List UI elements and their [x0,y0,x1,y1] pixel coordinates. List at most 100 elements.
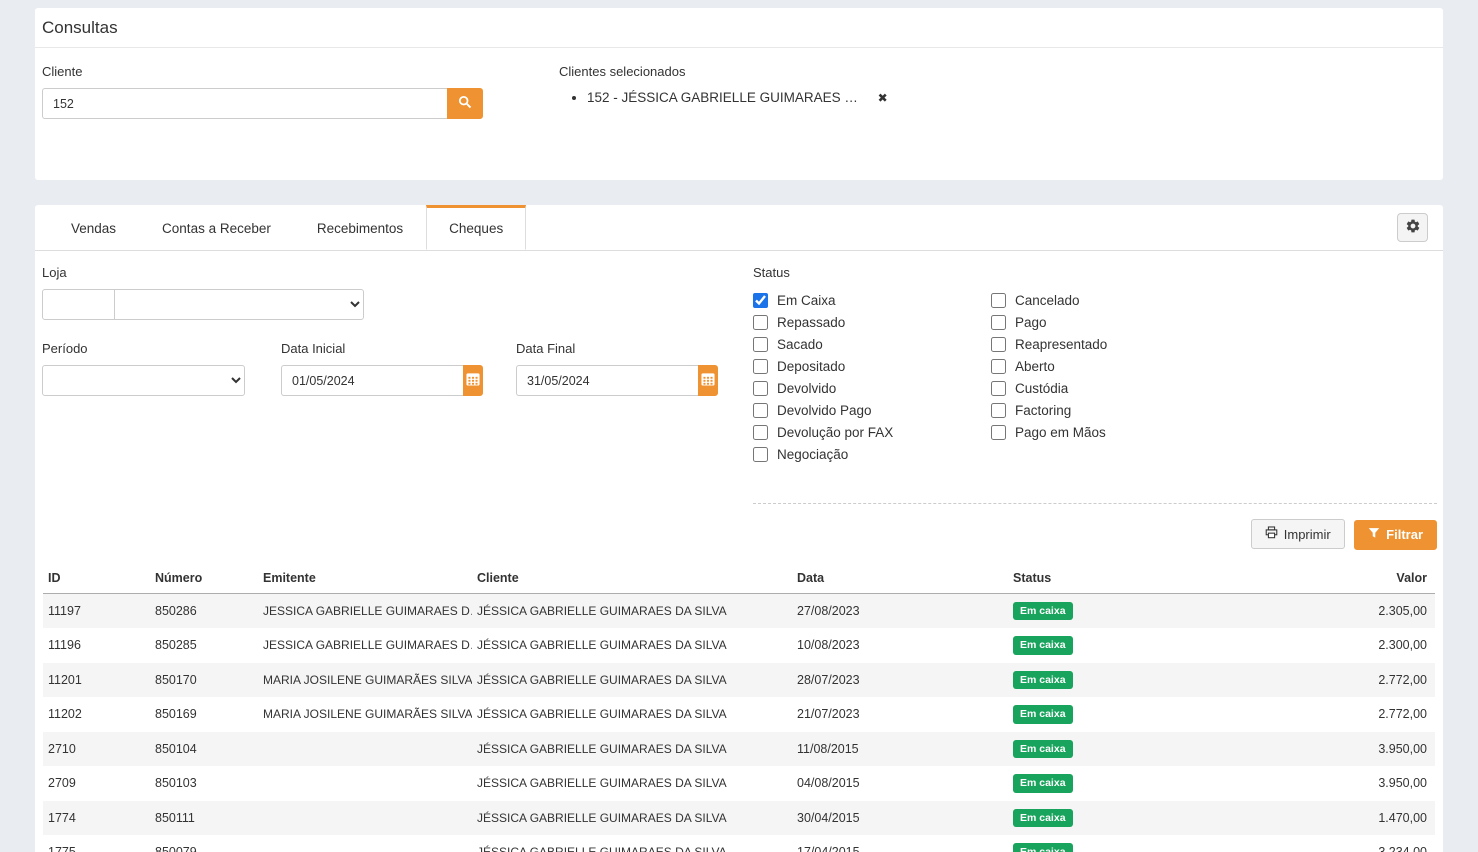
calendar-icon [701,372,715,389]
status-badge: Em caixa [1013,602,1073,621]
remove-client-icon[interactable]: ✖ [878,91,888,105]
column-header-status: Status [1008,563,1223,594]
table-row[interactable]: 1775 850079 JÉSSICA GABRIELLE GUIMARAES … [43,835,1435,852]
table-row[interactable]: 2709 850103 JÉSSICA GABRIELLE GUIMARAES … [43,766,1435,801]
consultas-card: Consultas Cliente Clientes selecionados … [35,8,1443,180]
data-inicial-calendar-button[interactable] [463,365,483,396]
checkbox[interactable] [753,403,768,418]
clientes-selecionados-label: Clientes selecionados [559,64,888,79]
filter-funnel-icon [1368,527,1380,542]
status-badge: Em caixa [1013,843,1073,852]
checkbox[interactable] [991,315,1006,330]
periodo-field-group: Período [42,341,281,396]
tab-recebimentos[interactable]: Recebimentos [294,205,426,250]
tab-bar: Vendas Contas a Receber Recebimentos Che… [35,205,1443,251]
checkbox[interactable] [991,359,1006,374]
tab-cheques[interactable]: Cheques [426,205,526,250]
consultas-body: Cliente Clientes selecionados 152 - JÉSS… [35,48,1443,129]
status-badge: Em caixa [1013,740,1073,759]
column-header-id: ID [43,563,150,594]
status-checkbox-repassado[interactable]: Repassado [753,311,991,333]
status-badge: Em caixa [1013,705,1073,724]
data-inicial-input[interactable] [281,365,463,396]
column-header-cliente: Cliente [472,563,792,594]
data-final-label: Data Final [516,341,718,356]
data-final-input[interactable] [516,365,698,396]
loja-code-input[interactable] [42,289,115,320]
filter-right-column: Status Em Caixa Repassado Sacado Deposit… [737,265,1437,550]
periodo-select[interactable] [42,365,245,396]
loja-select[interactable] [114,289,364,320]
status-checkbox-cancelado[interactable]: Cancelado [991,289,1229,311]
tab-vendas[interactable]: Vendas [48,205,139,250]
checkbox[interactable] [753,293,768,308]
status-checkbox-pago[interactable]: Pago [991,311,1229,333]
table-row[interactable]: 11202 850169 MARIA JOSILENE GUIMARÃES SI… [43,697,1435,732]
checkbox[interactable] [991,403,1006,418]
cliente-search-input[interactable] [42,88,447,119]
table-row[interactable]: 11196 850285 JESSICA GABRIELLE GUIMARAES… [43,628,1435,663]
status-checkbox-pago-em-maos[interactable]: Pago em Mãos [991,421,1229,443]
results-table: ID Número Emitente Cliente Data Status V… [43,563,1435,852]
selected-client-text: 152 - JÉSSICA GABRIELLE GUIMARAES … [587,90,858,105]
checkbox[interactable] [991,293,1006,308]
status-checkbox-depositado[interactable]: Depositado [753,355,991,377]
page-title: Consultas [35,8,1443,48]
settings-button[interactable] [1397,213,1428,242]
status-label: Status [753,265,1437,280]
cliente-label: Cliente [42,64,517,79]
checkbox[interactable] [753,315,768,330]
status-checkbox-reapresentado[interactable]: Reapresentado [991,333,1229,355]
status-checkbox-em-caixa[interactable]: Em Caixa [753,289,991,311]
status-checkbox-negociacao[interactable]: Negociação [753,443,991,465]
loja-label: Loja [42,265,737,280]
results-table-wrap: ID Número Emitente Cliente Data Status V… [43,563,1435,852]
checkbox[interactable] [991,337,1006,352]
table-header-row: ID Número Emitente Cliente Data Status V… [43,563,1435,594]
filter-left-column: Loja Período Data Inicial [35,265,737,550]
status-column-2: Cancelado Pago Reapresentado Aberto Cust… [991,289,1229,465]
table-row[interactable]: 1774 850111 JÉSSICA GABRIELLE GUIMARAES … [43,801,1435,836]
checkbox[interactable] [991,381,1006,396]
actions-row: Imprimir Filtrar [753,503,1437,550]
status-badge: Em caixa [1013,671,1073,690]
status-checkbox-devolvido[interactable]: Devolvido [753,377,991,399]
status-checkbox-sacado[interactable]: Sacado [753,333,991,355]
column-header-emitente: Emitente [258,563,472,594]
filter-area: Loja Período Data Inicial [35,251,1443,550]
tabs-panel-card: Vendas Contas a Receber Recebimentos Che… [35,205,1443,852]
table-row[interactable]: 2710 850104 JÉSSICA GABRIELLE GUIMARAES … [43,732,1435,767]
status-badge: Em caixa [1013,774,1073,793]
checkbox[interactable] [991,425,1006,440]
imprimir-button[interactable]: Imprimir [1251,519,1345,549]
table-row[interactable]: 11197 850286 JESSICA GABRIELLE GUIMARAES… [43,593,1435,628]
clientes-selecionados-group: Clientes selecionados 152 - JÉSSICA GABR… [559,64,888,119]
checkbox[interactable] [753,337,768,352]
cliente-field-group: Cliente [42,64,517,119]
checkbox[interactable] [753,381,768,396]
tab-contas-a-receber[interactable]: Contas a Receber [139,205,294,250]
table-row[interactable]: 11201 850170 MARIA JOSILENE GUIMARÃES SI… [43,663,1435,698]
status-checkbox-custodia[interactable]: Custódia [991,377,1229,399]
filtrar-button[interactable]: Filtrar [1354,520,1437,550]
status-checkbox-devolucao-por-fax[interactable]: Devolução por FAX [753,421,991,443]
data-inicial-label: Data Inicial [281,341,516,356]
selected-client-item: 152 - JÉSSICA GABRIELLE GUIMARAES … ✖ [587,88,888,108]
column-header-numero: Número [150,563,258,594]
status-checkbox-devolvido-pago[interactable]: Devolvido Pago [753,399,991,421]
checkbox[interactable] [753,447,768,462]
checkbox[interactable] [753,425,768,440]
status-checkbox-aberto[interactable]: Aberto [991,355,1229,377]
gear-icon [1405,218,1421,237]
checkbox[interactable] [753,359,768,374]
printer-icon [1265,526,1278,542]
data-final-field-group: Data Final [516,341,718,396]
calendar-icon [466,372,480,389]
periodo-label: Período [42,341,281,356]
data-final-calendar-button[interactable] [698,365,718,396]
data-inicial-field-group: Data Inicial [281,341,516,396]
status-badge: Em caixa [1013,636,1073,655]
selected-clients-list: 152 - JÉSSICA GABRIELLE GUIMARAES … ✖ [559,88,888,108]
cliente-search-button[interactable] [447,88,483,119]
status-checkbox-factoring[interactable]: Factoring [991,399,1229,421]
